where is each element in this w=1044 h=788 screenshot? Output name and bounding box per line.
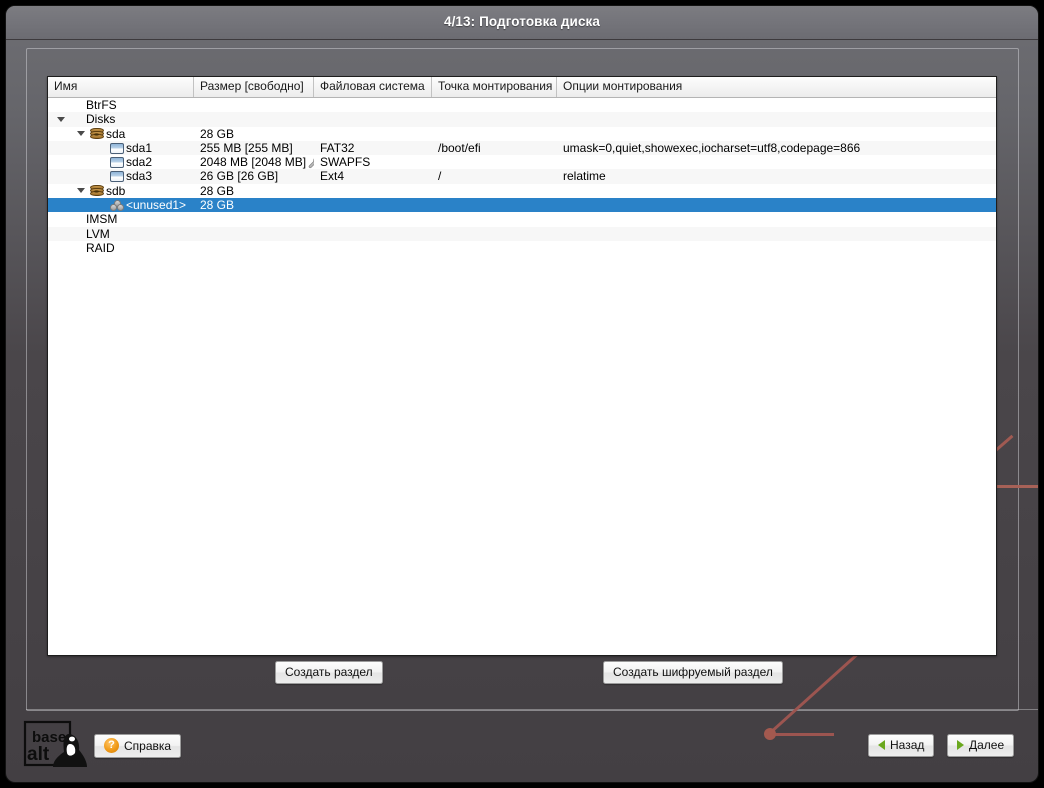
tree-row[interactable]: BtrFS [48, 98, 996, 112]
tree-row-name-cell: Disks [48, 112, 194, 126]
tree-row-mountpoint: /boot/efi [438, 140, 481, 155]
tree-row-name-cell: IMSM [48, 212, 194, 226]
title-bar: 4/13: Подготовка диска [6, 6, 1038, 40]
tree-row-size: 255 MB [255 MB] [200, 140, 293, 155]
chevron-right-icon [957, 740, 964, 750]
decorative-line-horizontal-2 [770, 733, 834, 736]
tree-row-label: sda1 [126, 140, 153, 155]
tree-row-size: 28 GB [200, 126, 235, 141]
disk-icon [88, 128, 106, 140]
tree-row-label: BtrFS [86, 98, 117, 112]
column-header-3[interactable]: Точка монтирования [432, 77, 557, 97]
tree-row-filesystem: SWAPFS [320, 155, 371, 170]
tree-row-filesystem: Ext4 [320, 169, 345, 184]
tree-row[interactable]: RAID [48, 241, 996, 255]
partition-tree-panel[interactable]: Имя Размер [свободно] Файловая система Точк… [47, 76, 997, 656]
tree-row[interactable]: IMSM [48, 212, 996, 226]
tree-row-label: sda3 [126, 169, 153, 184]
tree-row-name-cell: BtrFS [48, 98, 194, 112]
tree-row-name-cell: sda1 [48, 141, 194, 155]
tree-row-label: sda [106, 126, 126, 141]
help-button-label: Справка [124, 738, 172, 753]
tree-row[interactable]: sda 28 GB [48, 127, 996, 141]
tree-row-label: sdb [106, 183, 126, 198]
tree-row-size: 26 GB [26 GB] [200, 169, 279, 184]
tree-row-filesystem: FAT32 [320, 140, 355, 155]
disk-icon [88, 185, 106, 197]
chevron-left-icon [878, 740, 885, 750]
tree-row-size: 28 GB [200, 183, 235, 198]
tree-row[interactable]: sda3 26 GB [26 GB] Ext4 / relatime [48, 169, 996, 184]
expand-collapse-arrow-icon[interactable] [74, 131, 88, 137]
tree-row-mountpoint: / [438, 169, 442, 184]
tree-row-name-cell: LVM [48, 227, 194, 241]
create-encrypted-partition-button[interactable]: Создать шифруемый раздел [603, 661, 783, 684]
column-header-1[interactable]: Размер [свободно] [194, 77, 314, 97]
tree-row-name-cell: sda [48, 127, 194, 141]
back-button[interactable]: Назад [868, 734, 935, 757]
help-button[interactable]: ? Справка [94, 734, 182, 758]
tree-row[interactable]: sda2 2048 MB [2048 MB] SWAPFS [48, 155, 996, 169]
page-title: 4/13: Подготовка диска [443, 14, 601, 29]
decorative-dot [764, 728, 776, 740]
tree-row-name-cell: <unused1> [48, 198, 194, 212]
tree-row[interactable]: sda1 255 MB [255 MB] FAT32/boot/efi umask=0… [48, 140, 996, 156]
question-mark-icon: ? [104, 738, 119, 753]
tree-rows[interactable]: BtrFS Disks sda 28 GB sda1 255 MB [255 MB] FAT… [48, 98, 996, 255]
tree-row-label: Disks [86, 112, 116, 127]
tree-column-headers: Имя Размер [свободно] Файловая система Точк… [48, 77, 996, 98]
tree-row-mountoptions: umask=0,quiet,showexec,iocharset=utf8,co… [563, 140, 861, 155]
tree-row-size: 2048 MB [2048 MB] [194, 155, 314, 169]
svg-text:alt: alt [27, 744, 50, 765]
tree-row-name-cell: sdb [48, 184, 194, 198]
tree-row-label: LVM [86, 226, 110, 241]
expand-collapse-arrow-icon[interactable] [54, 116, 68, 122]
tree-row-name-cell: sda2 [48, 155, 194, 169]
tree-row[interactable]: <unused1> 28 GB [48, 198, 996, 213]
partition-icon [108, 142, 126, 154]
column-header-2[interactable]: Файловая система [314, 77, 432, 97]
tree-row-size: 28 GB [200, 198, 235, 213]
unused-space-icon [108, 199, 126, 211]
basealt-logo: base alt [23, 720, 93, 770]
tree-row-label: IMSM [86, 212, 118, 227]
partition-icon [108, 156, 126, 168]
expand-collapse-arrow-icon[interactable] [74, 188, 88, 194]
next-button-label: Далее [969, 738, 1005, 752]
tree-row-name-cell: RAID [48, 241, 194, 255]
tree-row-mountoptions: relatime [563, 169, 606, 184]
tree-row[interactable]: Disks [48, 112, 996, 127]
tree-row-label: sda2 [126, 155, 153, 170]
footer-separator [26, 709, 1038, 710]
create-partition-button[interactable]: Создать раздел [275, 661, 383, 684]
partition-icon [108, 171, 126, 183]
column-header-4[interactable]: Опции монтирования [557, 77, 996, 97]
tree-row-label: <unused1> [126, 198, 187, 213]
column-header-0[interactable]: Имя [48, 77, 194, 97]
installer-window: 4/13: Подготовка диска Имя Размер [свобод… [6, 6, 1038, 782]
tree-row-label: RAID [86, 240, 115, 255]
tree-row[interactable]: LVM [48, 226, 996, 241]
next-button[interactable]: Далее [947, 734, 1015, 757]
back-button-label: Назад [890, 738, 925, 752]
tree-row[interactable]: sdb 28 GB [48, 184, 996, 198]
tree-row-name-cell: sda3 [48, 169, 194, 183]
